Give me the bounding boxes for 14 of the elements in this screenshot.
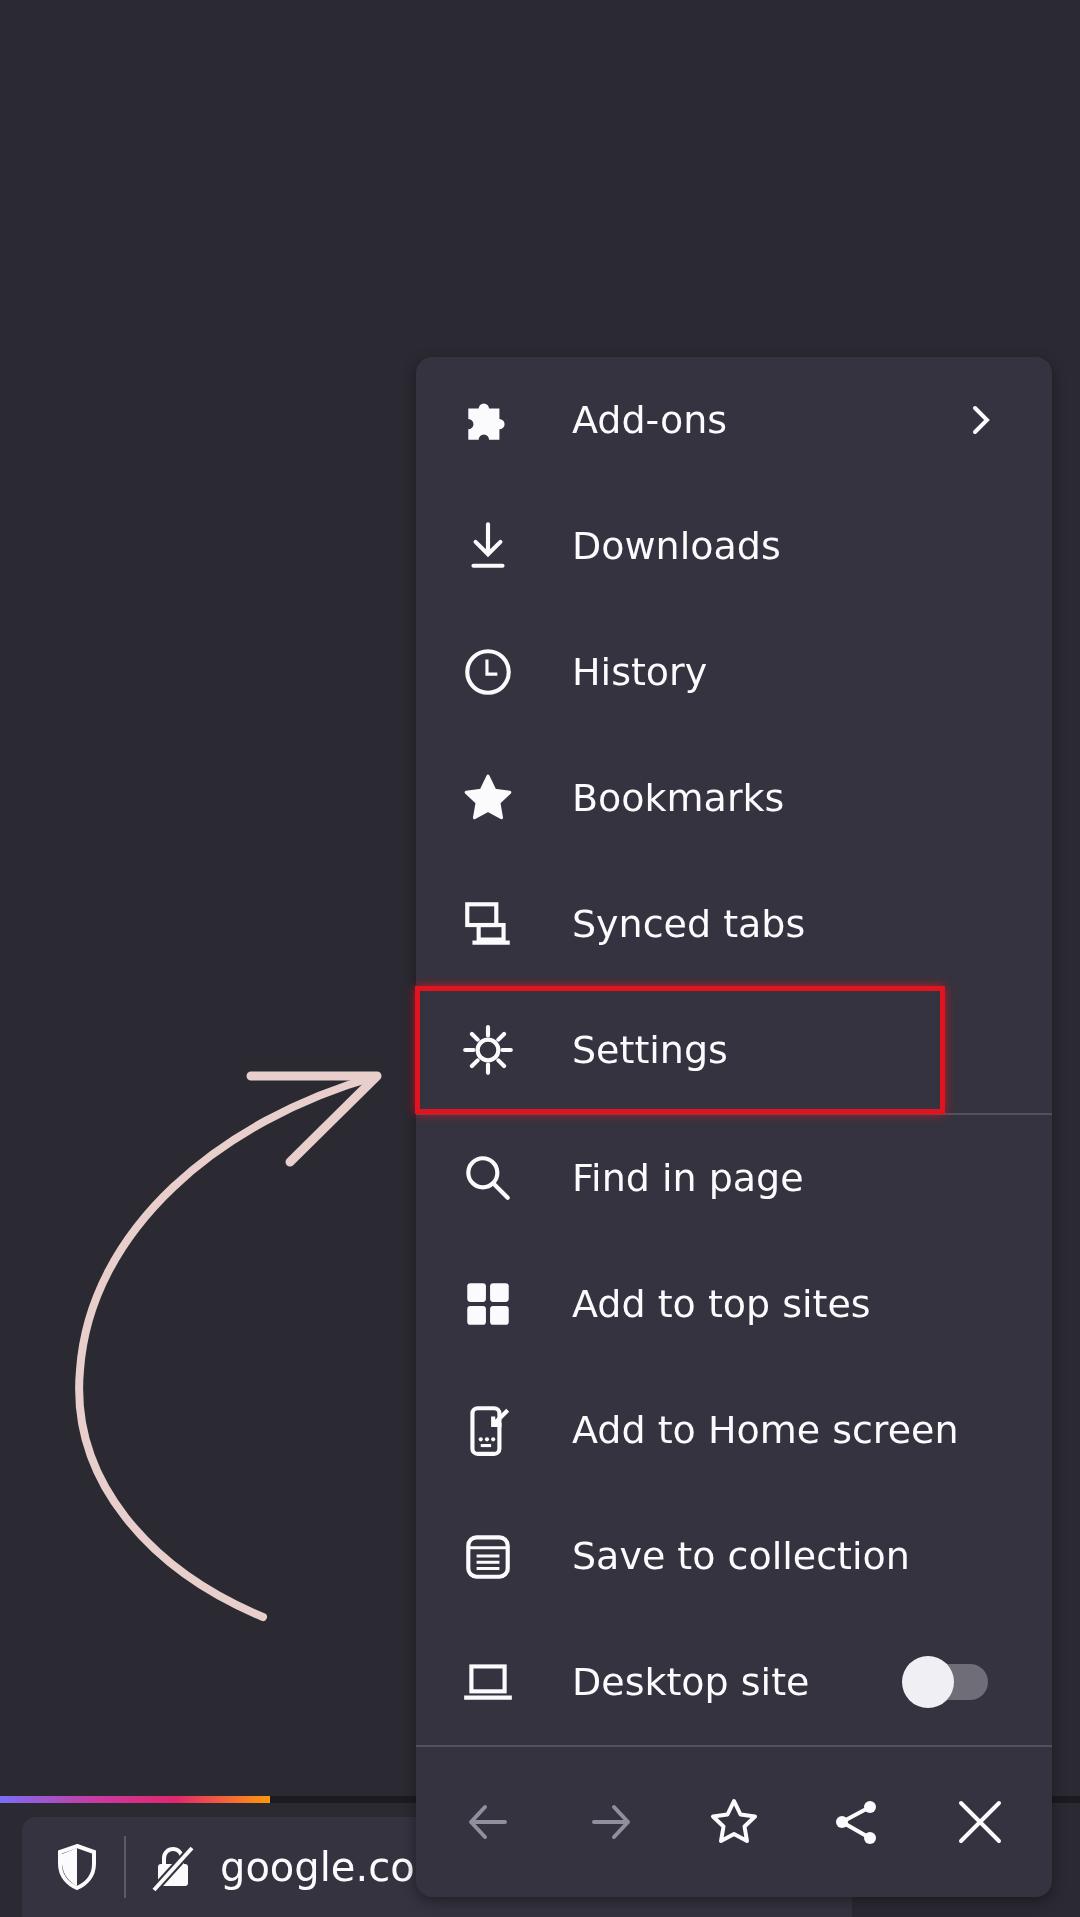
gear-icon <box>460 1022 516 1078</box>
menu-item[interactable]: Downloads <box>416 483 1052 609</box>
menu-item[interactable]: Save to collection <box>416 1493 1052 1619</box>
menu-item[interactable]: Add-ons <box>416 357 1052 483</box>
menu-item[interactable]: Add to Home screen <box>416 1367 1052 1493</box>
toggle-switch[interactable] <box>902 1656 988 1708</box>
url-text: google.co <box>220 1844 415 1890</box>
menu-item[interactable]: Find in page <box>416 1115 1052 1241</box>
menu-item[interactable]: Settings <box>416 987 944 1113</box>
menu-item[interactable]: History <box>416 609 1052 735</box>
menu-item[interactable]: Bookmarks <box>416 735 1052 861</box>
menu-item[interactable]: Desktop site <box>416 1619 1052 1745</box>
menu-item[interactable]: Add to top sites <box>416 1241 1052 1367</box>
menu-item[interactable]: Synced tabs <box>416 861 1052 987</box>
